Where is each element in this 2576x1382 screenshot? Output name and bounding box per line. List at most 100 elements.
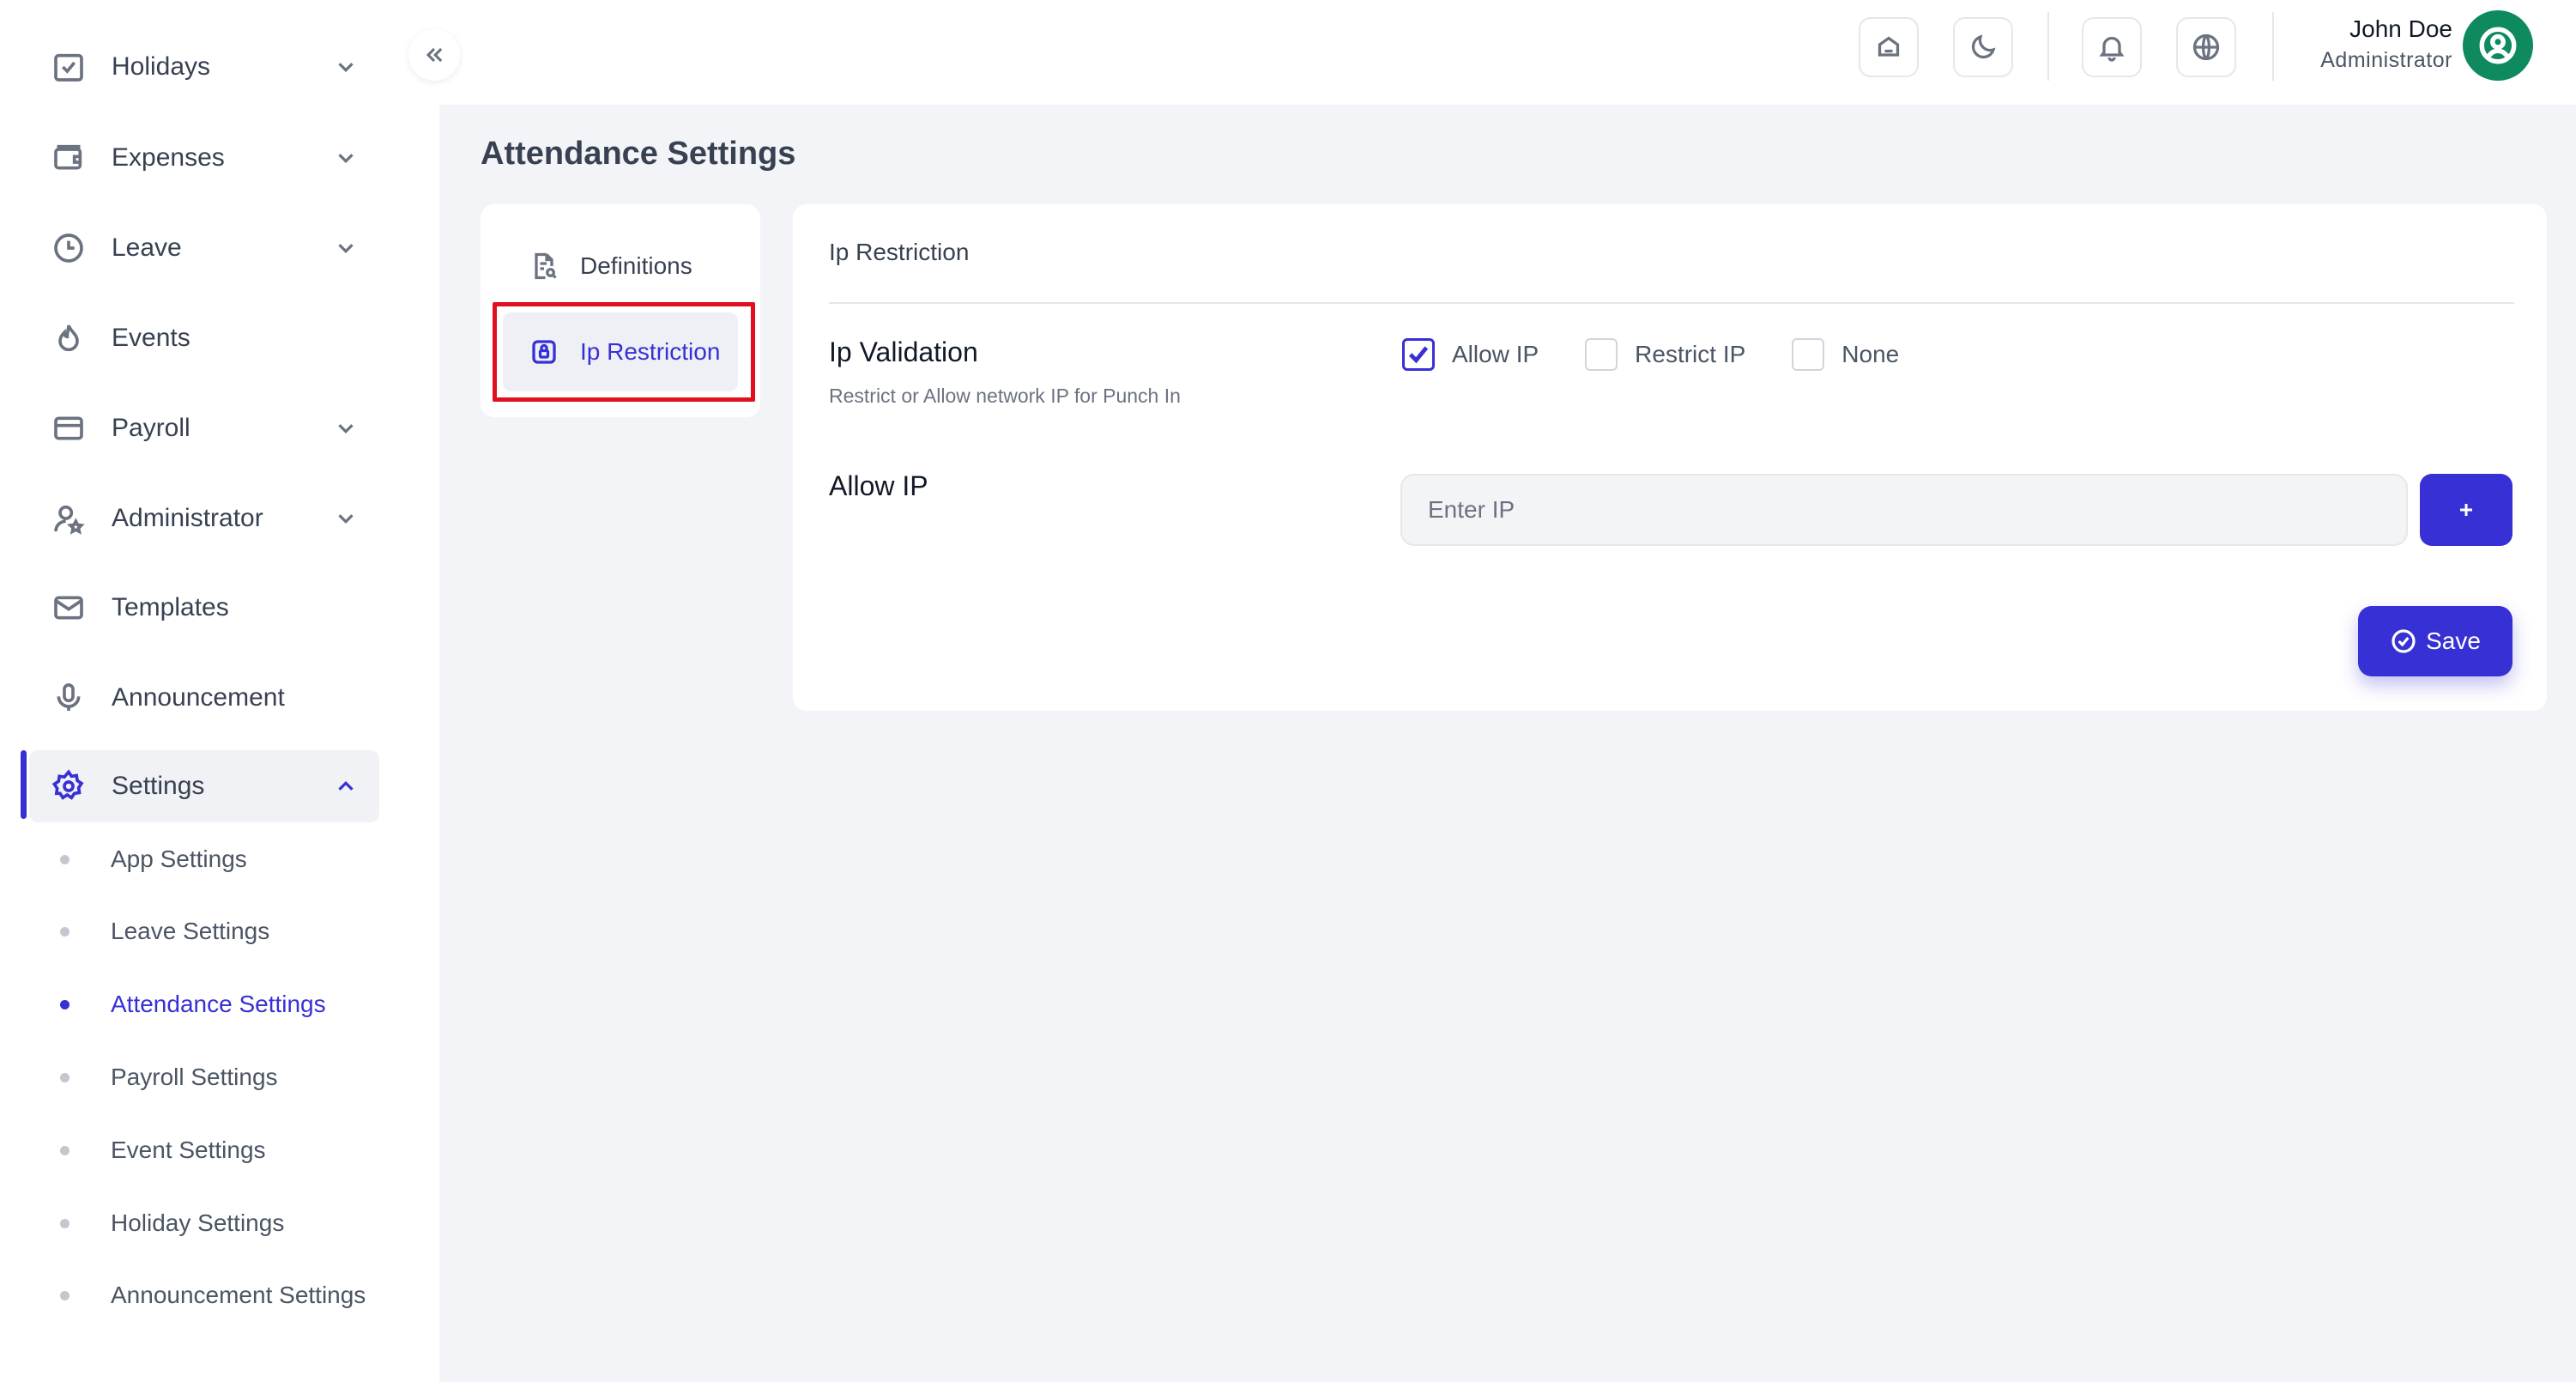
top-bar: John Doe Administrator xyxy=(439,0,2576,105)
checkbox-box xyxy=(1792,338,1825,371)
calendar-check-icon xyxy=(50,48,88,86)
submenu-label: Payroll Settings xyxy=(111,1064,278,1090)
bullet-dot xyxy=(60,1290,70,1300)
sidebar-item-label: Payroll xyxy=(112,414,190,442)
mail-icon xyxy=(50,589,88,627)
save-label: Save xyxy=(2426,627,2481,654)
ip-validation-title: Ip Validation xyxy=(829,336,978,367)
bullet-dot xyxy=(60,926,70,936)
user-role: Administrator xyxy=(2320,48,2452,72)
tab-label: Definitions xyxy=(580,252,692,279)
page-title: Attendance Settings xyxy=(481,136,796,172)
submenu-item-event-settings[interactable]: Event Settings xyxy=(60,1129,266,1172)
clock-icon xyxy=(50,229,88,267)
submenu-label: App Settings xyxy=(111,846,247,872)
moon-icon xyxy=(1971,34,1996,59)
chevron-down-icon xyxy=(333,235,359,261)
collapse-sidebar-button[interactable] xyxy=(408,29,460,81)
globe-icon xyxy=(2192,33,2220,61)
submenu-label: Leave Settings xyxy=(111,918,270,944)
sidebar-item-payroll[interactable]: Payroll xyxy=(29,392,379,464)
card-title: Ip Restriction xyxy=(829,239,970,265)
submenu-label: Holiday Settings xyxy=(111,1209,285,1236)
submenu-item-holiday-settings[interactable]: Holiday Settings xyxy=(60,1202,284,1245)
checkbox-box xyxy=(1585,338,1618,371)
sidebar-item-announcement[interactable]: Announcement xyxy=(29,662,379,734)
user-name: John Doe xyxy=(2349,15,2452,42)
add-ip-button[interactable] xyxy=(2420,474,2513,546)
sidebar-item-events[interactable]: Events xyxy=(29,302,379,374)
tab-definitions[interactable]: Definitions xyxy=(503,227,738,306)
user-star-icon xyxy=(50,500,88,537)
sidebar-item-templates[interactable]: Templates xyxy=(29,572,379,644)
highlight-box xyxy=(493,302,755,402)
checkbox-label: Restrict IP xyxy=(1635,341,1746,367)
flame-icon xyxy=(50,319,88,357)
submenu-item-announcement-settings[interactable]: Announcement Settings xyxy=(60,1274,366,1317)
bullet-dot xyxy=(60,854,70,864)
restrict-ip-checkbox[interactable]: Restrict IP xyxy=(1585,338,1745,371)
sidebar-item-settings[interactable]: Settings xyxy=(29,750,379,822)
app-root: Holidays Expenses Leave Events Payroll A… xyxy=(0,0,2576,1382)
divider xyxy=(2047,12,2049,81)
submenu-item-app-settings[interactable]: App Settings xyxy=(60,838,247,881)
submenu-item-attendance-settings[interactable]: Attendance Settings xyxy=(60,983,326,1026)
sidebar-item-label: Announcement xyxy=(112,683,285,712)
home-icon xyxy=(1878,36,1900,57)
language-button[interactable] xyxy=(2176,17,2236,77)
submenu-item-leave-settings[interactable]: Leave Settings xyxy=(60,910,269,953)
chevron-down-icon xyxy=(333,54,359,80)
sidebar-item-label: Leave xyxy=(112,233,182,262)
notifications-button[interactable] xyxy=(2082,17,2142,77)
none-checkbox[interactable]: None xyxy=(1792,338,1899,371)
sidebar-item-label: Holidays xyxy=(112,52,211,81)
chevron-down-icon xyxy=(333,506,359,531)
chevrons-left-icon xyxy=(426,47,443,63)
sidebar-item-label: Administrator xyxy=(112,504,263,532)
submenu-item-payroll-settings[interactable]: Payroll Settings xyxy=(60,1056,278,1099)
sidebar-item-label: Templates xyxy=(112,593,229,621)
divider xyxy=(2272,12,2274,81)
active-indicator xyxy=(21,750,27,819)
microphone-icon xyxy=(50,679,88,717)
chevron-down-icon xyxy=(333,145,359,171)
sidebar: Holidays Expenses Leave Events Payroll A… xyxy=(0,0,439,1382)
submenu-label: Attendance Settings xyxy=(111,991,326,1017)
ip-input[interactable] xyxy=(1400,474,2408,546)
gear-icon xyxy=(50,767,88,805)
sidebar-item-holidays[interactable]: Holidays xyxy=(29,31,379,103)
chevron-up-icon xyxy=(333,773,359,799)
chevron-down-icon xyxy=(333,415,359,441)
sidebar-item-leave[interactable]: Leave xyxy=(29,212,379,284)
allow-ip-checkbox[interactable]: Allow IP xyxy=(1402,338,1539,371)
dark-mode-button[interactable] xyxy=(1953,17,2013,77)
checkbox-label: None xyxy=(1841,341,1900,367)
submenu-label: Event Settings xyxy=(111,1137,266,1163)
bell-icon xyxy=(2099,36,2125,62)
avatar[interactable] xyxy=(2463,10,2533,81)
checkbox-label: Allow IP xyxy=(1452,341,1539,367)
ip-restriction-card: Ip Restriction Ip Validation Restrict or… xyxy=(793,204,2547,711)
save-button[interactable]: Save xyxy=(2358,606,2513,676)
sidebar-item-administrator[interactable]: Administrator xyxy=(29,482,379,555)
checkbox-box xyxy=(1402,338,1435,371)
sidebar-item-expenses[interactable]: Expenses xyxy=(29,122,379,194)
ip-validation-subtitle: Restrict or Allow network IP for Punch I… xyxy=(829,385,1181,407)
sidebar-item-label: Settings xyxy=(112,772,205,800)
bullet-dot xyxy=(60,1145,70,1155)
sidebar-item-label: Expenses xyxy=(112,143,225,172)
sidebar-item-label: Events xyxy=(112,324,190,352)
document-search-icon xyxy=(529,251,559,282)
credit-card-icon xyxy=(50,409,88,447)
bullet-dot xyxy=(60,1072,70,1082)
plus-icon xyxy=(2460,504,2472,516)
user-circle-icon xyxy=(2479,27,2517,64)
bullet-dot xyxy=(60,1218,70,1228)
checkmark-icon xyxy=(1408,346,1429,364)
wallet-icon xyxy=(50,139,88,177)
check-circle-icon xyxy=(2392,629,2416,653)
home-button[interactable] xyxy=(1859,17,1919,77)
ip-validation-options: Allow IP Restrict IP None xyxy=(1402,338,1945,371)
divider xyxy=(829,302,2514,304)
bullet-dot xyxy=(60,999,70,1009)
